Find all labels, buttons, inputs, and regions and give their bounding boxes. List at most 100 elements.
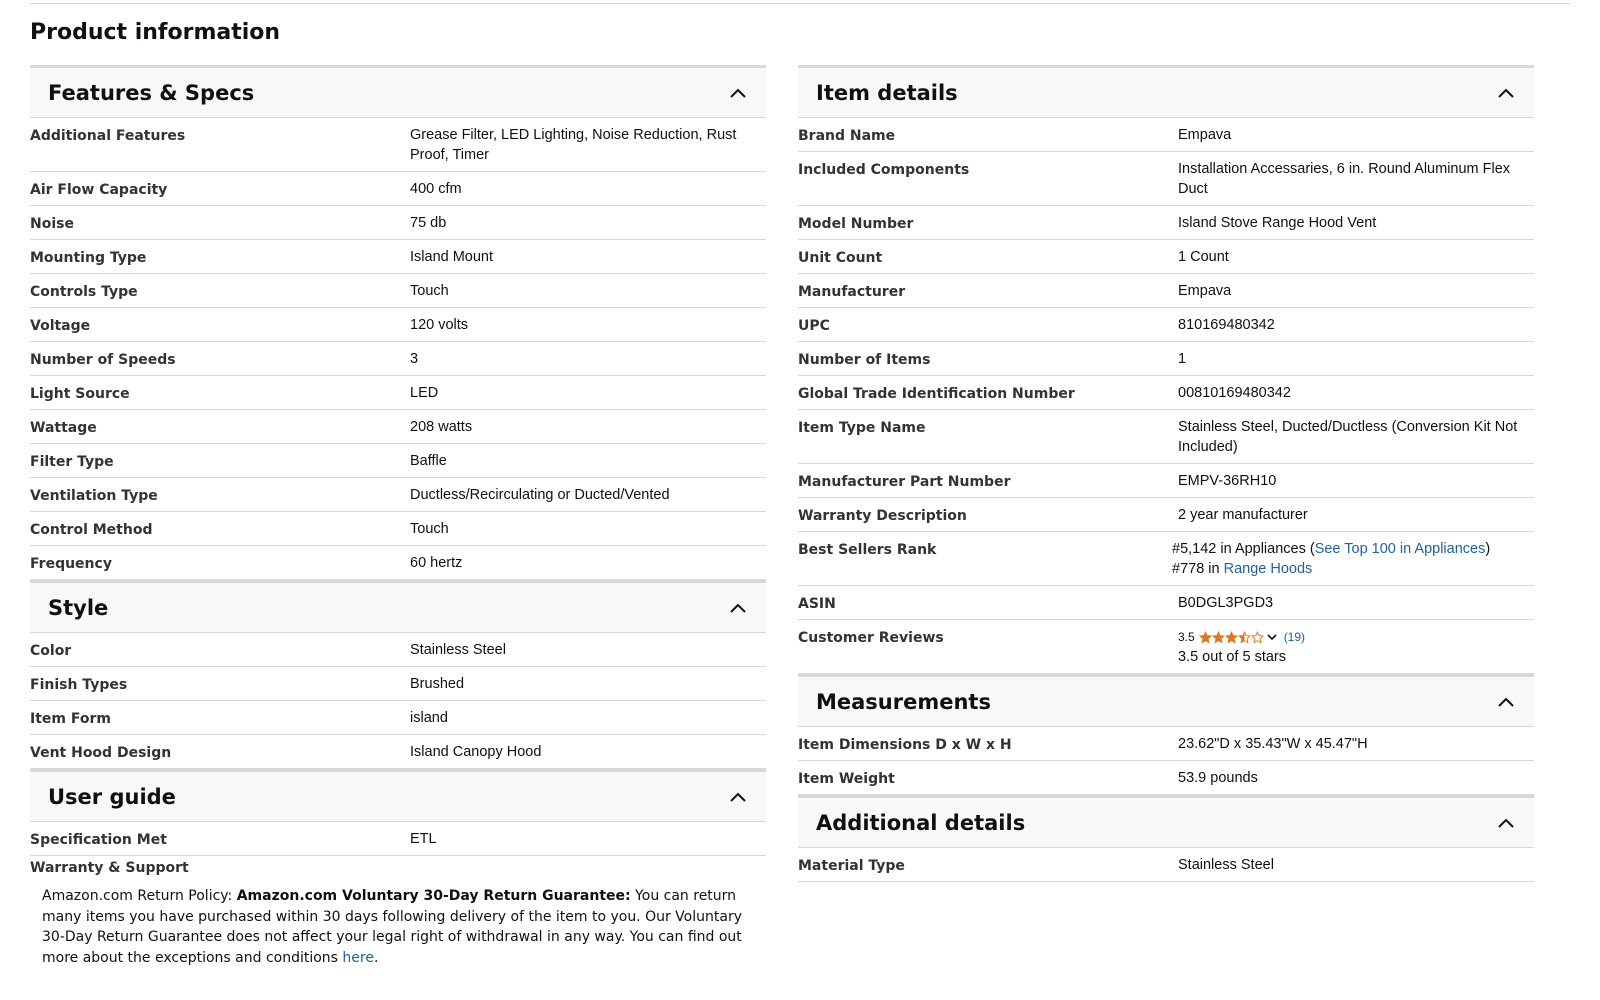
spec-label: Specification Met: [30, 832, 167, 848]
star-rating[interactable]: [1198, 630, 1264, 644]
chevron-up-icon[interactable]: [728, 83, 748, 103]
spec-label: Number of Speeds: [30, 352, 176, 368]
section-user-guide: User guide Specification Met ETL: [30, 769, 766, 856]
section-additional-details: Additional details Material Type Stainles…: [798, 795, 1534, 882]
spec-label: Noise: [30, 216, 74, 232]
warranty-here-link[interactable]: here: [342, 950, 374, 966]
spec-row: Frequency 60 hertz: [30, 546, 766, 580]
detail-label: Warranty Description: [798, 508, 967, 524]
spec-row: Air Flow Capacity 400 cfm: [30, 172, 766, 206]
detail-value: Installation Accessaries, 6 in. Round Al…: [1178, 161, 1511, 197]
detail-row: Model Number Island Stove Range Hood Vent: [798, 206, 1534, 240]
section-header-measurements[interactable]: Measurements: [798, 677, 1534, 727]
section-header-additional-details[interactable]: Additional details: [798, 798, 1534, 848]
detail-row: Item Weight 53.9 pounds: [798, 761, 1534, 795]
detail-value: EMPV-36RH10: [1178, 473, 1277, 489]
rating-summary: 3.5 out of 5 stars: [1178, 649, 1287, 665]
spec-row: Additional Features Grease Filter, LED Li…: [30, 118, 766, 172]
spec-label: Mounting Type: [30, 250, 147, 266]
spec-row: Ventilation Type Ductless/Recirculating o…: [30, 478, 766, 512]
star-icon: [1198, 630, 1212, 643]
spec-label: Ventilation Type: [30, 488, 158, 504]
spec-label: Voltage: [30, 318, 91, 334]
section-measurements: Measurements Item Dimensions D x W x H 23…: [798, 674, 1534, 795]
spec-value: Grease Filter, LED Lighting, Noise Reduc…: [410, 127, 737, 163]
section-title: Style: [48, 595, 109, 620]
detail-row: Unit Count 1 Count: [798, 240, 1534, 274]
detail-label: ASIN: [798, 596, 836, 612]
section-title: Additional details: [816, 810, 1026, 835]
detail-row: UPC 810169480342: [798, 308, 1534, 342]
section-title: User guide: [48, 784, 176, 809]
detail-value: Stainless Steel: [1178, 857, 1274, 873]
spec-value: island: [410, 710, 448, 726]
detail-row: Manufacturer Part Number EMPV-36RH10: [798, 464, 1534, 498]
warranty-suffix: .: [373, 949, 379, 966]
detail-value: Empava: [1178, 283, 1232, 299]
warranty-text: Amazon.com Return Policy: Amazon.com Vol…: [30, 876, 766, 968]
spec-row: Voltage 120 volts: [30, 308, 766, 342]
spec-value: 400 cfm: [410, 181, 462, 197]
spec-value: Island Mount: [410, 249, 494, 265]
detail-row: Item Dimensions D x W x H 23.62"D x 35.43…: [798, 727, 1534, 761]
section-header-features-specs[interactable]: Features & Specs: [30, 68, 766, 118]
detail-row: ASIN B0DGL3PGD3: [798, 586, 1534, 620]
warranty-prefix: Amazon.com Return Policy:: [42, 888, 237, 904]
spec-label: Color: [30, 643, 72, 659]
detail-value: 1: [1178, 351, 1187, 367]
rank-line-range-hoods: #778 in Range Hoods: [1172, 559, 1524, 579]
spec-row: Item Form island: [30, 701, 766, 735]
chevron-up-icon[interactable]: [1496, 692, 1516, 712]
top-100-appliances-link[interactable]: See Top 100 in Appliances: [1315, 541, 1486, 557]
rating-widget[interactable]: 3.5 (19): [1178, 627, 1524, 647]
rank-line-appliances: #5,142 in Appliances (See Top 100 in App…: [1172, 539, 1524, 559]
star-icon: [1211, 630, 1225, 643]
range-hoods-link[interactable]: Range Hoods: [1224, 561, 1313, 577]
spec-label: Vent Hood Design: [30, 745, 172, 761]
spec-value: 120 volts: [410, 317, 469, 333]
detail-row: Included Components Installation Accessar…: [798, 152, 1534, 206]
spec-row: Finish Types Brushed: [30, 667, 766, 701]
chevron-up-icon[interactable]: [1496, 83, 1516, 103]
detail-label: Number of Items: [798, 352, 931, 368]
review-count-link[interactable]: (19): [1284, 627, 1305, 647]
section-header-style[interactable]: Style: [30, 583, 766, 633]
section-title: Measurements: [816, 689, 991, 714]
section-item-details: Item details Brand Name Empava Included C…: [798, 65, 1534, 674]
rank-text: #778 in: [1172, 561, 1224, 577]
detail-label: Material Type: [798, 858, 905, 874]
star-icon: [1237, 630, 1251, 643]
detail-value: 53.9 pounds: [1178, 770, 1258, 786]
spec-value: Baffle: [410, 453, 447, 469]
reviews-value: 3.5 (19) 3.5 out of 5 stars: [1178, 627, 1534, 667]
chevron-up-icon[interactable]: [728, 787, 748, 807]
spec-label: Filter Type: [30, 454, 114, 470]
chevron-down-icon[interactable]: [1266, 631, 1278, 643]
chevron-up-icon[interactable]: [728, 598, 748, 618]
asin-value: B0DGL3PGD3: [1178, 595, 1274, 611]
detail-value: Empava: [1178, 127, 1232, 143]
spec-value: Touch: [410, 521, 449, 537]
detail-row: Global Trade Identification Number 008101…: [798, 376, 1534, 410]
spec-label: Air Flow Capacity: [30, 182, 168, 198]
section-header-item-details[interactable]: Item details: [798, 68, 1534, 118]
spec-label: Finish Types: [30, 677, 128, 693]
detail-label: UPC: [798, 318, 830, 334]
section-header-user-guide[interactable]: User guide: [30, 772, 766, 822]
chevron-up-icon[interactable]: [1496, 813, 1516, 833]
spec-value: 60 hertz: [410, 555, 463, 571]
spec-row: Color Stainless Steel: [30, 633, 766, 667]
page-title: Product information: [30, 20, 281, 45]
spec-row: Control Method Touch: [30, 512, 766, 546]
spec-row: Number of Speeds 3: [30, 342, 766, 376]
top-divider: [30, 3, 1570, 4]
spec-value: LED: [410, 385, 439, 401]
spec-label: Item Form: [30, 711, 111, 727]
spec-label: Wattage: [30, 420, 97, 436]
section-features-specs: Features & Specs Additional Features Grea…: [30, 65, 766, 580]
detail-row: Warranty Description 2 year manufacturer: [798, 498, 1534, 532]
spec-value: Ductless/Recirculating or Ducted/Vented: [410, 487, 670, 503]
section-title: Item details: [816, 80, 958, 105]
detail-row: Number of Items 1: [798, 342, 1534, 376]
spec-value: 208 watts: [410, 419, 473, 435]
